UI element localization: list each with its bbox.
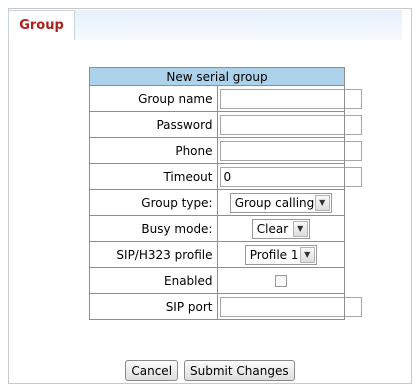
submit-changes-button[interactable]: Submit Changes [184, 360, 295, 381]
tab-group[interactable]: Group [8, 10, 75, 40]
busy-mode-select[interactable]: Clear ▼ [251, 218, 310, 239]
group-type-value: Group calling [234, 195, 315, 210]
group-name-input[interactable] [219, 88, 362, 109]
chevron-down-icon: ▼ [314, 194, 330, 211]
password-input[interactable] [219, 114, 362, 135]
row-sip-profile: SIP/H323 profile Profile 1 ▼ [89, 241, 345, 268]
enabled-label: Enabled [89, 267, 218, 294]
phone-input[interactable] [219, 140, 362, 161]
row-busy-mode: Busy mode: Clear ▼ [89, 215, 345, 242]
group-name-label: Group name [89, 85, 218, 112]
chevron-down-icon: ▼ [292, 220, 308, 237]
row-enabled: Enabled [89, 267, 345, 294]
sip-port-input[interactable] [219, 296, 362, 317]
row-phone: Phone [89, 137, 362, 164]
sip-profile-select[interactable]: Profile 1 ▼ [244, 244, 317, 265]
row-sip-port: SIP port [89, 293, 362, 320]
form-title: New serial group [89, 67, 345, 86]
timeout-label: Timeout [89, 163, 218, 190]
sip-profile-value: Profile 1 [249, 247, 299, 262]
serial-group-form: New serial group Group name Password Pho… [89, 67, 362, 320]
row-password: Password [89, 111, 362, 138]
row-group-name: Group name [89, 85, 362, 112]
group-type-label: Group type: [89, 189, 218, 216]
form-actions: Cancel Submit Changes [0, 360, 420, 381]
password-label: Password [89, 111, 218, 138]
chevron-down-icon: ▼ [299, 246, 315, 263]
tab-bar: Group [8, 10, 402, 40]
cancel-button[interactable]: Cancel [125, 360, 179, 381]
phone-label: Phone [89, 137, 218, 164]
sip-profile-label: SIP/H323 profile [89, 241, 218, 268]
group-type-select[interactable]: Group calling ▼ [229, 192, 332, 213]
busy-mode-label: Busy mode: [89, 215, 218, 242]
row-timeout: Timeout [89, 163, 362, 190]
sip-port-label: SIP port [89, 293, 218, 320]
busy-mode-value: Clear [256, 221, 289, 236]
timeout-input[interactable] [219, 166, 362, 187]
enabled-checkbox[interactable] [274, 274, 287, 287]
row-group-type: Group type: Group calling ▼ [89, 189, 345, 216]
